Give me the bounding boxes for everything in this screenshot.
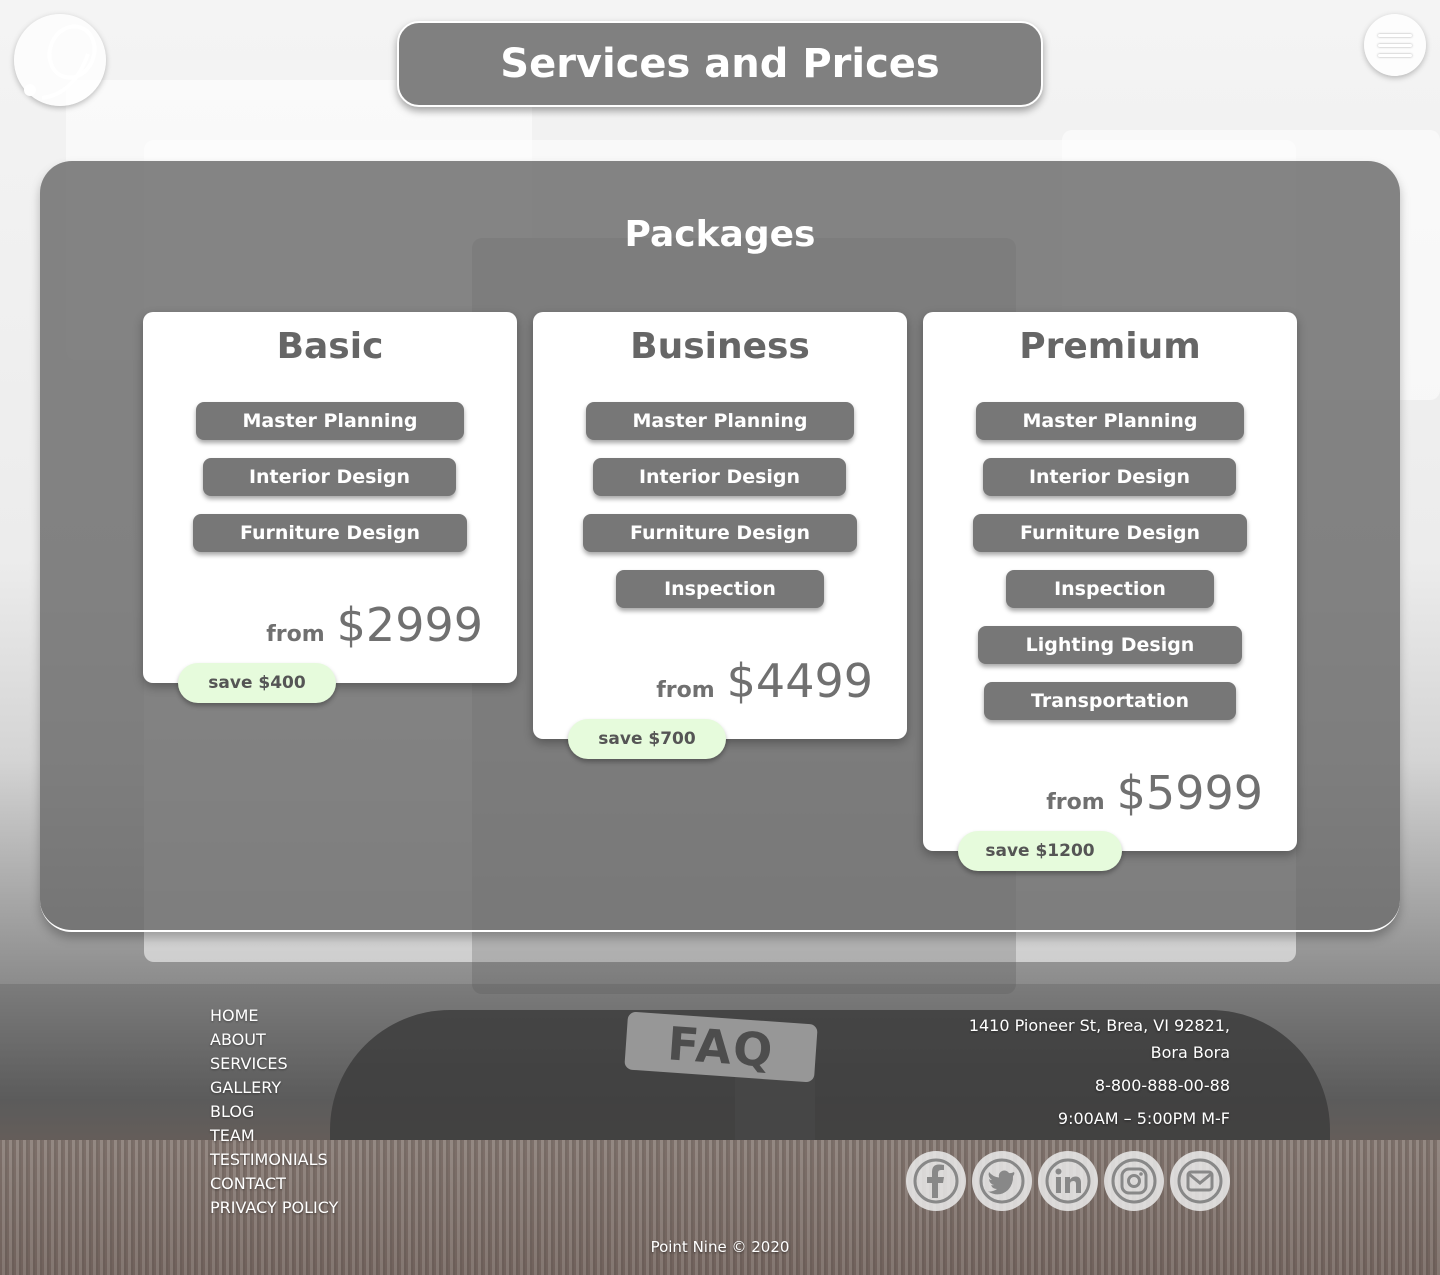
footer-nav: HOME ABOUT SERVICES GALLERY BLOG TEAM TE… [210,1004,338,1220]
phone-number[interactable]: 8-800-888-00-88 [969,1072,1230,1099]
footer-link-testimonials[interactable]: TESTIMONIALS [210,1148,338,1172]
package-card-premium: Premium Master Planning Interior Design … [923,312,1297,851]
price-value: $2999 [336,598,483,652]
price-prefix: from [656,678,715,703]
address-line: 1410 Pioneer St, Brea, VI 92821, [968,1016,1230,1035]
price: from $4499 [656,654,873,708]
twitter-icon[interactable] [972,1151,1032,1211]
service-pill[interactable]: Lighting Design [978,626,1242,664]
menu-line [1378,33,1412,37]
package-name: Premium [1019,326,1201,367]
price-prefix: from [266,622,325,647]
menu-line [1378,43,1412,47]
service-pill[interactable]: Inspection [1006,570,1214,608]
service-pill[interactable]: Inspection [616,570,824,608]
facebook-icon[interactable] [906,1151,966,1211]
social-links [906,1151,1230,1211]
copyright: Point Nine © 2020 [650,1238,790,1256]
service-pill[interactable]: Furniture Design [583,514,857,552]
price-value: $5999 [1116,766,1263,820]
package-name: Business [630,326,810,367]
footer-link-blog[interactable]: BLOG [210,1100,338,1124]
footer-link-about[interactable]: ABOUT [210,1028,338,1052]
service-pill[interactable]: Transportation [984,682,1236,720]
footer-link-services[interactable]: SERVICES [210,1052,338,1076]
logo-icon [24,24,97,100]
footer-link-team[interactable]: TEAM [210,1124,338,1148]
save-badge: save $700 [568,719,726,759]
service-pill[interactable]: Master Planning [586,402,854,440]
save-badge: save $400 [178,663,336,703]
footer-link-contact[interactable]: CONTACT [210,1172,338,1196]
price-prefix: from [1046,790,1105,815]
service-pill[interactable]: Interior Design [203,458,456,496]
service-pill[interactable]: Interior Design [983,458,1236,496]
price: from $2999 [266,598,483,652]
footer-link-home[interactable]: HOME [210,1004,338,1028]
logo[interactable] [14,14,106,106]
package-card-basic: Basic Master Planning Interior Design Fu… [143,312,517,683]
menu-line [1378,53,1412,57]
save-badge: save $1200 [958,831,1122,871]
linkedin-icon[interactable] [1038,1151,1098,1211]
price: from $5999 [1046,766,1263,820]
page-title: Services and Prices [397,21,1043,107]
email-icon[interactable] [1170,1151,1230,1211]
package-card-business: Business Master Planning Interior Design… [533,312,907,739]
service-pill[interactable]: Interior Design [593,458,846,496]
service-pill[interactable]: Master Planning [196,402,464,440]
hamburger-menu-button[interactable] [1364,14,1426,76]
service-pill[interactable]: Master Planning [976,402,1244,440]
packages-title: Packages [624,214,816,255]
service-pill[interactable]: Furniture Design [193,514,467,552]
instagram-icon[interactable] [1104,1151,1164,1211]
price-value: $4499 [726,654,873,708]
business-hours: 9:00AM – 5:00PM M-F [1057,1109,1230,1128]
address-line: Bora Bora [1150,1043,1230,1062]
contact-info: 1410 Pioneer St, Brea, VI 92821, Bora Bo… [969,1012,1230,1132]
service-pill[interactable]: Furniture Design [973,514,1247,552]
footer-link-privacy-policy[interactable]: PRIVACY POLICY [210,1196,338,1220]
footer-link-gallery[interactable]: GALLERY [210,1076,338,1100]
package-name: Basic [276,326,384,367]
